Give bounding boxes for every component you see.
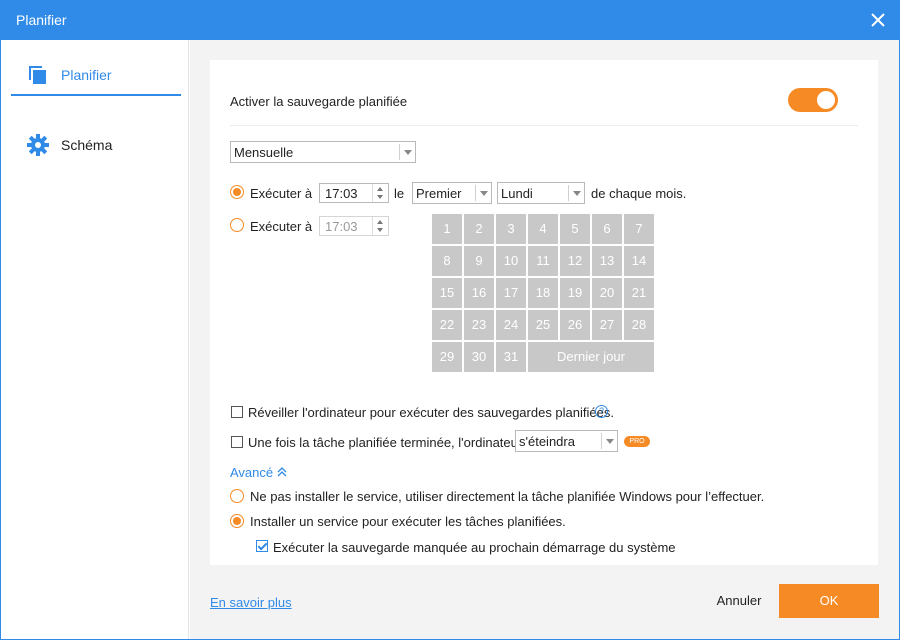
window-title: Planifier (16, 12, 67, 28)
adv-option-1-label: Ne pas installer le service, utiliser di… (250, 489, 765, 504)
calendar-day[interactable]: 26 (560, 310, 590, 340)
close-icon[interactable] (866, 8, 890, 32)
missed-backup-checkbox[interactable] (256, 540, 268, 552)
run-at-label-2: Exécuter à (250, 219, 313, 234)
missed-backup-label: Exécuter la sauvegarde manquée au procha… (273, 540, 676, 555)
calendar-day[interactable]: 14 (624, 246, 654, 276)
calendar-last-day[interactable]: Dernier jour (528, 342, 654, 372)
sidebar-item-schema[interactable]: Schéma (11, 124, 181, 166)
sidebar-item-label: Schéma (61, 137, 113, 153)
calendar-day[interactable]: 27 (592, 310, 622, 340)
calendar-day[interactable]: 30 (464, 342, 494, 372)
time-input-2[interactable]: 17:03 (319, 216, 389, 236)
calendar-day[interactable]: 1 (432, 214, 462, 244)
calendar-day[interactable]: 5 (560, 214, 590, 244)
chevron-down-icon (568, 185, 584, 201)
sidebar-item-planifier[interactable]: Planifier (11, 54, 181, 96)
chevron-down-icon (601, 433, 617, 449)
frequency-value: Mensuelle (234, 145, 294, 160)
after-task-label: Une fois la tâche planifiée terminée, l'… (248, 435, 523, 450)
sidebar: Planifier Schéma (1, 40, 189, 639)
calendar-day[interactable]: 13 (592, 246, 622, 276)
calendar-day[interactable]: 16 (464, 278, 494, 308)
calendar-day[interactable]: 22 (432, 310, 462, 340)
calendar-day[interactable]: 17 (496, 278, 526, 308)
learn-more-link[interactable]: En savoir plus (210, 595, 292, 610)
calendar-day[interactable]: 28 (624, 310, 654, 340)
day-value: Lundi (501, 186, 533, 201)
after-task-value: s'éteindra (519, 434, 575, 449)
calendar-day[interactable]: 6 (592, 214, 622, 244)
calendar-day[interactable]: 7 (624, 214, 654, 244)
wake-label: Réveiller l'ordinateur pour exécuter des… (248, 405, 614, 420)
adv-option-2-label: Installer un service pour exécuter les t… (250, 514, 566, 529)
run-at-label-1: Exécuter à (250, 186, 313, 201)
chevron-down-icon (475, 185, 491, 201)
calendar-day[interactable]: 29 (432, 342, 462, 372)
le-label: le (394, 186, 405, 201)
sidebar-item-label: Planifier (61, 67, 112, 83)
time-stepper-2[interactable] (372, 217, 388, 235)
day-calendar: 1 2 3 4 5 6 7 8 9 10 11 12 13 14 15 16 1… (432, 214, 654, 373)
time-value-1: 17:03 (325, 186, 358, 201)
calendar-day[interactable]: 23 (464, 310, 494, 340)
chevron-down-icon (399, 144, 415, 160)
week-select[interactable]: Premier (412, 182, 492, 204)
calendar-day[interactable]: 31 (496, 342, 526, 372)
calendar-day[interactable]: 4 (528, 214, 558, 244)
copy-icon (29, 66, 46, 84)
pro-badge: PRO (624, 436, 650, 447)
after-task-checkbox[interactable] (231, 436, 243, 448)
adv-option-2-radio[interactable] (230, 514, 244, 528)
after-task-select[interactable]: s'éteindra (515, 430, 618, 452)
frequency-select[interactable]: Mensuelle (230, 141, 416, 163)
calendar-day[interactable]: 12 (560, 246, 590, 276)
advanced-label: Avancé (230, 465, 274, 480)
calendar-day[interactable]: 9 (464, 246, 494, 276)
divider (230, 125, 858, 126)
toggle-knob (817, 91, 835, 109)
calendar-day[interactable]: 18 (528, 278, 558, 308)
calendar-day[interactable]: 24 (496, 310, 526, 340)
chevron-up-icon (277, 467, 287, 477)
help-icon[interactable]: ? (595, 405, 608, 418)
wake-checkbox[interactable] (231, 406, 243, 418)
ok-button[interactable]: OK (779, 584, 879, 618)
adv-option-1-radio[interactable] (230, 489, 244, 503)
time-input-1[interactable]: 17:03 (319, 183, 389, 203)
each-month-label: de chaque mois. (591, 186, 687, 201)
week-value: Premier (416, 186, 462, 201)
run-at-radio-2[interactable] (230, 218, 244, 232)
calendar-day[interactable]: 2 (464, 214, 494, 244)
calendar-day[interactable]: 8 (432, 246, 462, 276)
calendar-day[interactable]: 11 (528, 246, 558, 276)
enable-label: Activer la sauvegarde planifiée (230, 94, 408, 109)
calendar-day[interactable]: 20 (592, 278, 622, 308)
advanced-toggle[interactable]: Avancé (230, 465, 287, 480)
time-value-2: 17:03 (325, 219, 358, 234)
cancel-button[interactable]: Annuler (700, 593, 778, 608)
calendar-day[interactable]: 21 (624, 278, 654, 308)
calendar-day[interactable]: 3 (496, 214, 526, 244)
day-select[interactable]: Lundi (497, 182, 585, 204)
time-stepper-1[interactable] (372, 184, 388, 202)
run-at-radio-1[interactable] (230, 185, 244, 199)
calendar-day[interactable]: 25 (528, 310, 558, 340)
gear-icon (27, 134, 49, 156)
calendar-day[interactable]: 10 (496, 246, 526, 276)
calendar-day[interactable]: 15 (432, 278, 462, 308)
enable-toggle[interactable] (788, 88, 838, 112)
title-bar: Planifier (0, 0, 900, 40)
calendar-day[interactable]: 19 (560, 278, 590, 308)
